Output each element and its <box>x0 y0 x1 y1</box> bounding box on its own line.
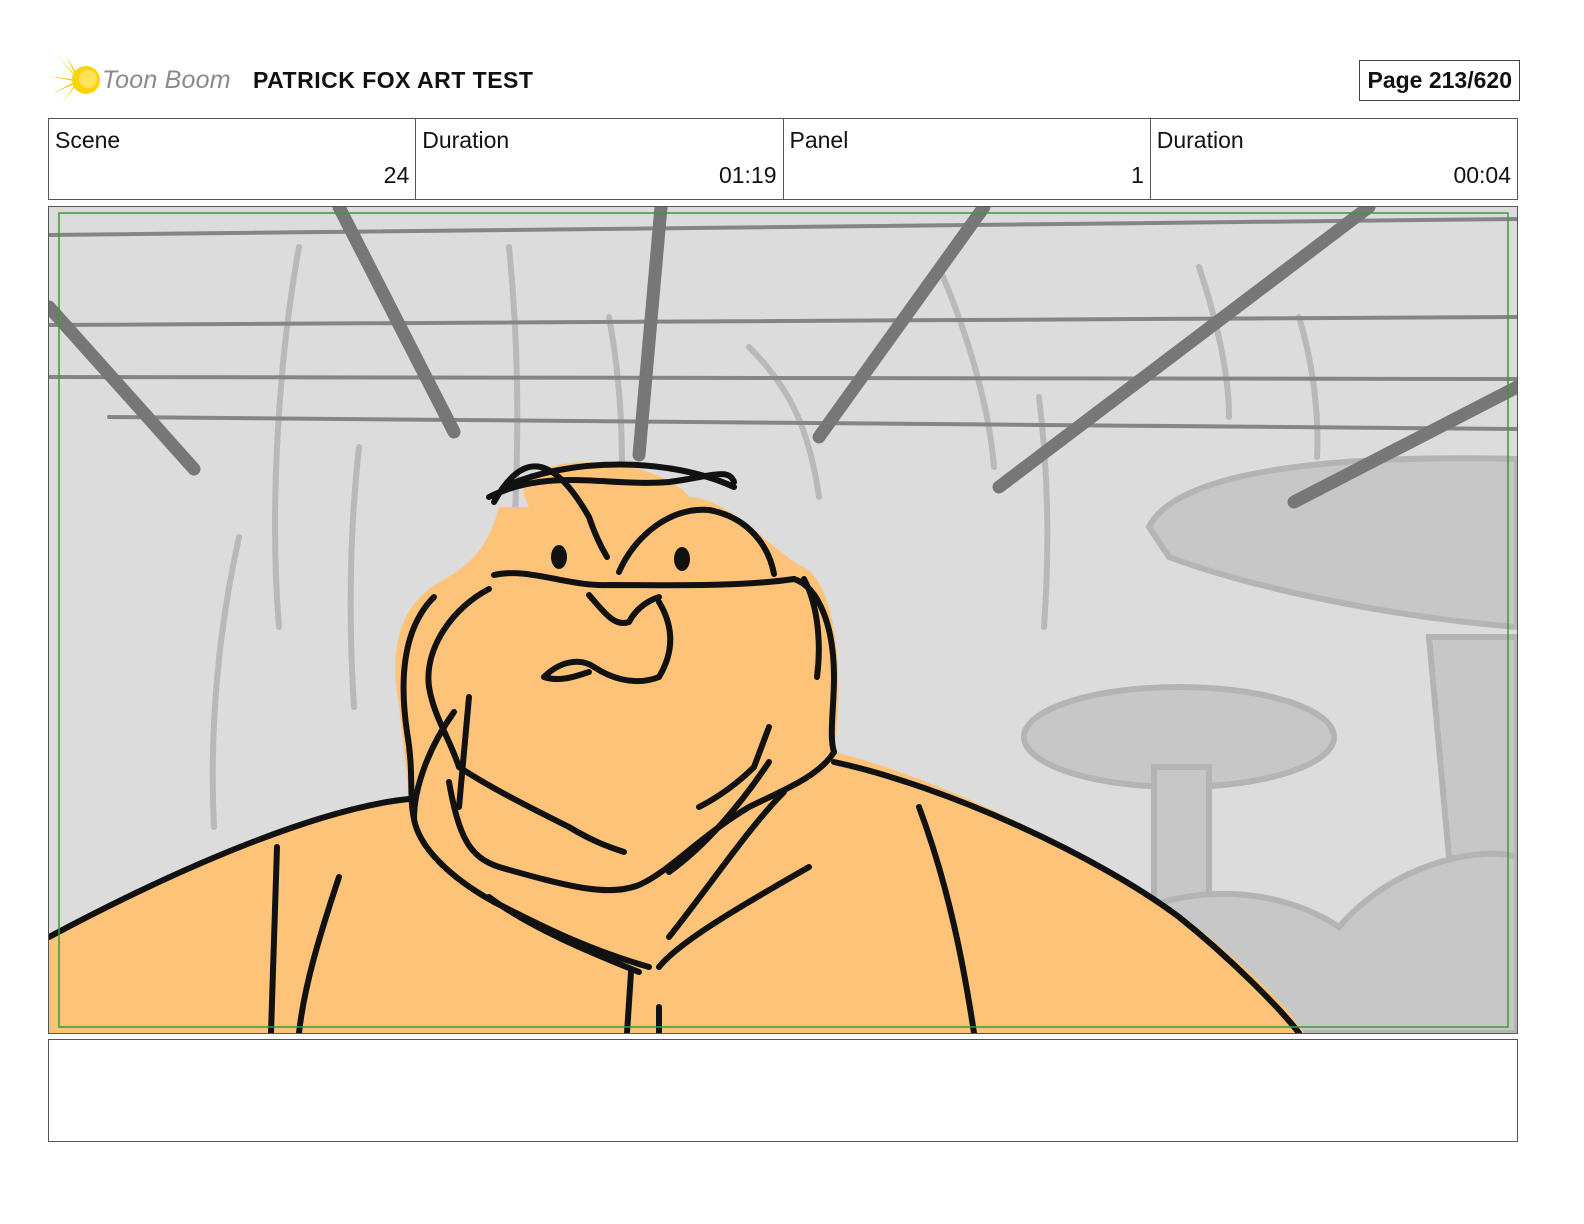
toon-boom-logo: Toon Boom <box>48 54 238 106</box>
document-title: PATRICK FOX ART TEST <box>253 67 534 93</box>
scene-duration-value: 01:19 <box>718 162 777 188</box>
storyboard-panel <box>48 206 1518 1034</box>
panel-cell: Panel 1 <box>784 119 1151 199</box>
logo-text: Toon Boom <box>102 66 231 94</box>
panel-value: 1 <box>1130 162 1144 188</box>
page-header: Toon Boom PATRICK FOX ART TEST Page 213/… <box>48 52 1520 108</box>
scene-info-table: Scene 24 Duration 01:19 Panel 1 Duration… <box>48 118 1518 200</box>
scene-label: Scene <box>55 127 121 153</box>
storyboard-drawing <box>49 207 1517 1033</box>
panel-duration-cell: Duration 00:04 <box>1151 119 1517 199</box>
page-indicator: Page 213/620 <box>1359 60 1520 101</box>
starburst-icon <box>48 54 100 104</box>
scene-cell: Scene 24 <box>49 119 417 199</box>
panel-duration-label: Duration <box>1156 127 1244 153</box>
scene-duration-cell: Duration 01:19 <box>416 119 784 199</box>
scene-duration-label: Duration <box>422 127 510 153</box>
panel-duration-value: 00:04 <box>1453 162 1511 188</box>
notes-box <box>48 1039 1518 1142</box>
panel-label: Panel <box>789 127 849 153</box>
scene-value: 24 <box>383 162 410 188</box>
